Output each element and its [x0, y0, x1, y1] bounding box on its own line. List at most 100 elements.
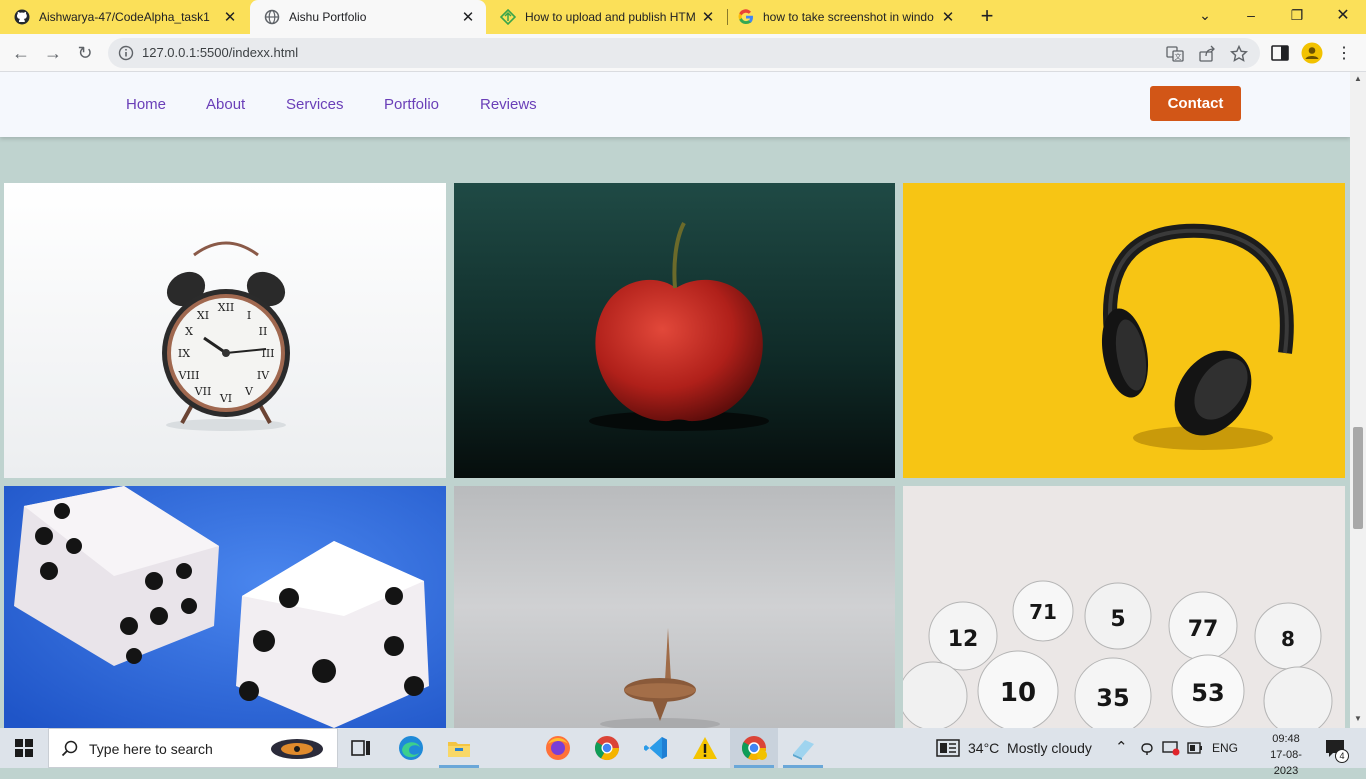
close-tab-icon[interactable]: ✕ [220, 7, 240, 27]
battery-icon[interactable] [1187, 742, 1203, 754]
nav-link-about[interactable]: About [206, 96, 245, 113]
svg-text:VI: VI [219, 392, 232, 405]
restore-button[interactable]: ❐ [1274, 0, 1320, 30]
site-navbar: Home About Services Portfolio Reviews Co… [0, 72, 1350, 137]
bookmark-star-icon[interactable] [1230, 45, 1248, 63]
network-icon[interactable] [1162, 740, 1180, 756]
vscode-icon[interactable] [642, 734, 670, 762]
site-info-icon[interactable] [118, 45, 134, 61]
notepad-app-icon[interactable] [789, 734, 817, 762]
lottery-balls-photo: 12 71 5 77 8 10 35 53 [903, 486, 1345, 728]
svg-text:12: 12 [948, 627, 979, 652]
search-icon [61, 740, 78, 757]
scroll-up-arrow[interactable]: ▲ [1354, 74, 1362, 83]
gallery-image-spinning-top[interactable] [454, 486, 895, 728]
profile-avatar-icon[interactable] [1301, 42, 1323, 64]
nav-link-home[interactable]: Home [126, 96, 166, 113]
svg-text:8: 8 [1281, 627, 1295, 651]
gallery-image-apple[interactable] [454, 183, 895, 478]
svg-text:XII: XII [218, 301, 235, 314]
scrollbar-thumb[interactable] [1353, 427, 1363, 529]
svg-text:II: II [259, 325, 268, 338]
spinning-top-photo [454, 486, 895, 728]
nav-link-reviews[interactable]: Reviews [480, 96, 537, 113]
nav-link-services[interactable]: Services [286, 96, 344, 113]
svg-text:10: 10 [1000, 678, 1036, 708]
search-placeholder: Type here to search [89, 741, 213, 757]
gallery-image-lottery-balls[interactable]: 12 71 5 77 8 10 35 53 [903, 486, 1345, 728]
tab-github[interactable]: Aishwarya-47/CodeAlpha_task1 ✕ [0, 0, 248, 34]
close-tab-icon[interactable]: ✕ [698, 7, 718, 27]
address-bar[interactable]: 127.0.0.1:5500/indexx.html 文 [108, 38, 1260, 68]
contact-button[interactable]: Contact [1150, 86, 1241, 121]
tab-title: how to take screenshot in windo [763, 10, 934, 24]
svg-text:VII: VII [194, 385, 212, 398]
tab-title: Aishu Portfolio [289, 10, 367, 24]
meet-now-icon[interactable] [1140, 740, 1154, 756]
svg-text:35: 35 [1096, 684, 1129, 712]
notification-count-badge: 4 [1335, 749, 1349, 763]
new-tab-button[interactable]: + [975, 5, 999, 29]
upload-site-icon [500, 9, 516, 25]
gallery-image-alarm-clock[interactable]: XII III VI IX I II IV V VII VIII X XI [4, 183, 446, 478]
svg-text:XI: XI [197, 309, 209, 322]
side-panel-icon[interactable] [1270, 43, 1290, 63]
google-icon [738, 9, 753, 25]
edge-icon[interactable] [397, 734, 425, 762]
tab-search-icon[interactable]: ⌄ [1182, 0, 1228, 30]
chrome-profile-icon[interactable] [740, 734, 768, 762]
svg-text:V: V [244, 385, 254, 398]
page-viewport: Home About Services Portfolio Reviews Co… [0, 72, 1350, 728]
windows-logo-icon [15, 739, 33, 757]
apple-photo [454, 183, 895, 478]
tab-title: How to upload and publish HTM [525, 10, 696, 24]
translate-icon[interactable]: 文 [1166, 45, 1184, 63]
clock-time: 09:48 [1272, 733, 1300, 745]
clock-date: 17-08-2023 [1270, 749, 1302, 777]
svg-text:53: 53 [1191, 679, 1224, 707]
svg-text:IV: IV [257, 369, 270, 382]
task-view-icon[interactable] [347, 734, 375, 762]
gallery-image-dice[interactable] [4, 486, 446, 728]
warning-app-icon[interactable] [691, 734, 719, 762]
close-tab-icon[interactable]: ✕ [938, 7, 958, 27]
back-button[interactable]: ← [9, 41, 33, 65]
close-window-button[interactable]: ✕ [1320, 0, 1366, 30]
chrome-icon[interactable] [593, 734, 621, 762]
browser-menu-icon[interactable]: ⋮ [1332, 41, 1356, 65]
svg-text:IX: IX [178, 347, 190, 360]
tab-upload-guide[interactable]: How to upload and publish HTM ✕ [486, 0, 726, 34]
svg-text:VIII: VIII [178, 369, 200, 382]
minimize-button[interactable]: – [1228, 0, 1274, 30]
weather-text[interactable]: 34°C Mostly cloudy [968, 740, 1092, 756]
gallery-image-headphones[interactable] [903, 183, 1345, 478]
page-scrollbar[interactable]: ▲ ▼ [1350, 72, 1366, 728]
browser-tab-strip: Aishwarya-47/CodeAlpha_task1 ✕ Aishu Por… [0, 0, 1366, 34]
svg-text:X: X [185, 325, 193, 338]
forward-button[interactable]: → [41, 41, 65, 65]
reload-button[interactable]: ↻ [73, 41, 97, 65]
svg-text:5: 5 [1110, 607, 1125, 632]
firefox-icon[interactable] [544, 734, 572, 762]
svg-text:71: 71 [1029, 600, 1057, 624]
globe-icon [264, 9, 280, 25]
svg-text:文: 文 [1175, 52, 1182, 61]
show-hidden-icons-chevron-icon[interactable]: ⌃ [1115, 738, 1128, 756]
url-text[interactable]: 127.0.0.1:5500/indexx.html [142, 45, 298, 60]
system-clock[interactable]: 09:48 17-08-2023 [1262, 731, 1310, 779]
news-weather-icon[interactable] [936, 739, 960, 757]
language-indicator[interactable]: ENG [1212, 741, 1238, 755]
tab-title: Aishwarya-47/CodeAlpha_task1 [39, 10, 210, 24]
github-icon [14, 9, 30, 25]
tab-google-search[interactable]: how to take screenshot in windo ✕ [724, 0, 966, 34]
start-button[interactable] [0, 728, 48, 768]
taskbar-search[interactable]: Type here to search [48, 728, 338, 768]
headphones-photo [903, 183, 1345, 478]
dice-photo [4, 486, 446, 728]
file-explorer-icon[interactable] [445, 734, 473, 762]
tab-aishu-portfolio[interactable]: Aishu Portfolio ✕ [250, 0, 486, 34]
close-tab-icon[interactable]: ✕ [458, 7, 478, 27]
share-icon[interactable] [1198, 45, 1216, 63]
scroll-down-arrow[interactable]: ▼ [1354, 714, 1362, 723]
nav-link-portfolio[interactable]: Portfolio [384, 96, 439, 113]
